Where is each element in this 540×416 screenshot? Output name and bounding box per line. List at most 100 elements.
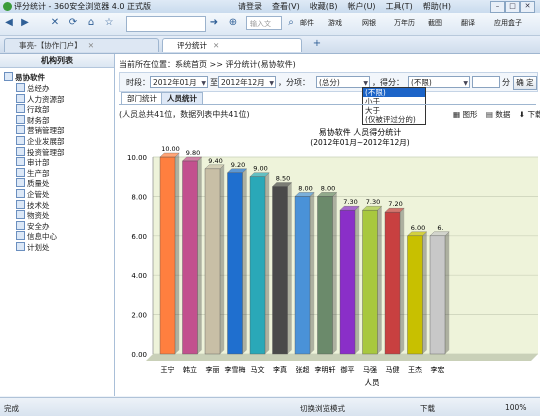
department-icon bbox=[16, 136, 25, 145]
menu-account[interactable]: 帐户(U) bbox=[347, 1, 375, 12]
sidebar-item[interactable]: 总经办 bbox=[16, 83, 50, 93]
menu-favorites[interactable]: 收藏(B) bbox=[310, 1, 338, 12]
y-tick-label: 2.00 bbox=[131, 312, 147, 320]
link-mail[interactable]: 邮件 bbox=[300, 18, 314, 28]
sidebar-item-label: 物资处 bbox=[27, 211, 50, 221]
bar-side bbox=[355, 206, 360, 354]
menu-help[interactable]: 帮助(H) bbox=[423, 1, 451, 12]
sidebar-item[interactable]: 信息中心 bbox=[16, 231, 57, 241]
download-button[interactable]: 下载 bbox=[527, 110, 540, 119]
y-tick-label: 10.00 bbox=[127, 154, 147, 162]
to-label: 至 bbox=[210, 78, 218, 87]
x-tick-label: 李明轩 bbox=[315, 365, 336, 374]
status-bar: 完成 切换浏览模式 下载 100% bbox=[0, 397, 540, 416]
bar bbox=[182, 160, 198, 355]
confirm-button[interactable]: 确 定 bbox=[513, 76, 537, 90]
sidebar-item[interactable]: 行政部 bbox=[16, 104, 50, 114]
data-view-icon[interactable]: ▤ bbox=[486, 110, 493, 119]
favorites-star-icon[interactable]: ☆ bbox=[102, 16, 116, 30]
department-icon bbox=[16, 125, 25, 135]
go-icon[interactable]: ➜ bbox=[207, 16, 221, 30]
chart-view-button[interactable]: 图形 bbox=[462, 110, 477, 119]
sidebar-item[interactable]: 审计部 bbox=[16, 157, 50, 167]
sidebar-item[interactable]: 质量处 bbox=[16, 178, 50, 188]
sidebar-item[interactable]: 物资处 bbox=[16, 210, 50, 220]
data-label: 7.30 bbox=[343, 198, 357, 206]
download-status[interactable]: 下载 bbox=[420, 403, 435, 414]
link-calendar[interactable]: 万年历 bbox=[394, 18, 415, 28]
link-screenshot[interactable]: 截图 bbox=[428, 18, 442, 28]
data-label: 9.20 bbox=[231, 161, 245, 169]
close-tab-icon[interactable]: ✕ bbox=[213, 41, 219, 50]
link-app-box[interactable]: 应用盒子 bbox=[494, 18, 522, 28]
sidebar-item[interactable]: 安全办 bbox=[16, 220, 50, 231]
bar bbox=[159, 156, 176, 355]
search-input[interactable]: 输入文 bbox=[246, 16, 282, 30]
department-icon bbox=[16, 167, 25, 177]
bar-side bbox=[287, 182, 292, 354]
tab-score-stats-label: 评分统计 bbox=[177, 41, 207, 50]
tab-portal[interactable]: 事亮-【协作门户】 ✕ bbox=[4, 38, 159, 52]
new-tab-icon[interactable]: + bbox=[310, 37, 324, 51]
department-icon bbox=[16, 210, 25, 220]
sidebar-item[interactable]: 企管处 bbox=[16, 189, 50, 199]
tree-root[interactable]: 易协软件 bbox=[4, 72, 45, 82]
score-chart: 易协软件 人员得分统计 (2012年01月~2012年12月) 0.00 2.00… bbox=[127, 127, 538, 387]
sidebar-item-label: 投资管理部 bbox=[27, 147, 65, 157]
bar-side bbox=[265, 172, 270, 354]
sidebar-item[interactable]: 技术处 bbox=[16, 199, 50, 210]
link-translate[interactable]: 翻译 bbox=[461, 18, 475, 28]
org-sidebar: 机构列表 易协软件 总经办 人力资源部 行政部 财务部 营销管理部 企业发展部 投资管理部审… bbox=[0, 54, 115, 396]
minimize-button[interactable]: – bbox=[490, 1, 505, 13]
score-input[interactable] bbox=[472, 76, 500, 88]
menu-view[interactable]: 查看(V) bbox=[272, 1, 300, 12]
refresh-icon[interactable]: ⟳ bbox=[66, 16, 80, 30]
department-icon bbox=[16, 242, 25, 251]
sidebar-item-label: 安全办 bbox=[27, 221, 50, 231]
menu-login[interactable]: 请登录 bbox=[238, 1, 262, 12]
home-icon[interactable]: ⌂ bbox=[84, 16, 98, 30]
sidebar-item[interactable]: 人力资源部 bbox=[16, 93, 65, 104]
data-view-button[interactable]: 数据 bbox=[495, 110, 510, 119]
maximize-button[interactable]: □ bbox=[505, 1, 520, 13]
link-bank[interactable]: 网银 bbox=[362, 18, 376, 28]
close-tab-icon[interactable]: ✕ bbox=[88, 41, 94, 50]
department-icon bbox=[16, 199, 25, 209]
data-label: 9.40 bbox=[208, 157, 222, 165]
menu-tools[interactable]: 工具(T) bbox=[386, 1, 413, 12]
period-to-select[interactable]: 2012年12月 ▼ bbox=[218, 76, 276, 88]
link-games[interactable]: 游戏 bbox=[328, 18, 342, 28]
sidebar-item[interactable]: 营销管理部 bbox=[16, 125, 65, 135]
sidebar-item[interactable]: 投资管理部 bbox=[16, 146, 65, 157]
org-icon bbox=[4, 72, 13, 81]
sidebar-item[interactable]: 财务部 bbox=[16, 114, 50, 125]
period-from-select[interactable]: 2012年01月 ▼ bbox=[150, 76, 208, 88]
search-engine-icon[interactable]: ⊕ bbox=[226, 16, 240, 30]
sidebar-item[interactable]: 生产部 bbox=[16, 167, 50, 178]
address-bar[interactable] bbox=[126, 16, 206, 32]
chevron-down-icon: ▼ bbox=[463, 80, 468, 87]
x-tick-label: 李丽 bbox=[206, 365, 220, 374]
chart-view-icon[interactable]: ▦ bbox=[453, 110, 460, 119]
y-tick-label: 4.00 bbox=[131, 272, 147, 280]
tab-score-stats[interactable]: 评分统计 ✕ bbox=[162, 38, 302, 52]
x-tick-label: 李雪梅 bbox=[225, 365, 246, 374]
download-icon[interactable]: ⬇ bbox=[519, 110, 525, 119]
x-tick-label: 马强 bbox=[363, 366, 377, 374]
bar bbox=[317, 196, 333, 355]
option-greater[interactable]: 大于 bbox=[363, 106, 425, 115]
close-window-button[interactable]: ✕ bbox=[520, 1, 535, 13]
search-icon[interactable]: ⌕ bbox=[284, 16, 298, 30]
x-tick-label: 马健 bbox=[386, 365, 400, 374]
sidebar-item[interactable]: 企业发展部 bbox=[16, 136, 65, 146]
forward-icon[interactable]: ▶ bbox=[18, 16, 32, 30]
option-any[interactable]: (不限) bbox=[363, 88, 425, 97]
sidebar-item[interactable]: 计划处 bbox=[16, 242, 50, 252]
bar-side bbox=[445, 231, 450, 354]
back-icon[interactable]: ◀ bbox=[2, 16, 16, 30]
x-axis-label: 人员 bbox=[365, 378, 380, 387]
zoom-level[interactable]: 100% bbox=[505, 403, 526, 412]
browse-mode-button[interactable]: 切换浏览模式 bbox=[300, 403, 345, 414]
stop-icon[interactable]: ✕ bbox=[48, 16, 62, 30]
tab-bar: 事亮-【协作门户】 ✕ 评分统计 ✕ + bbox=[0, 36, 540, 54]
